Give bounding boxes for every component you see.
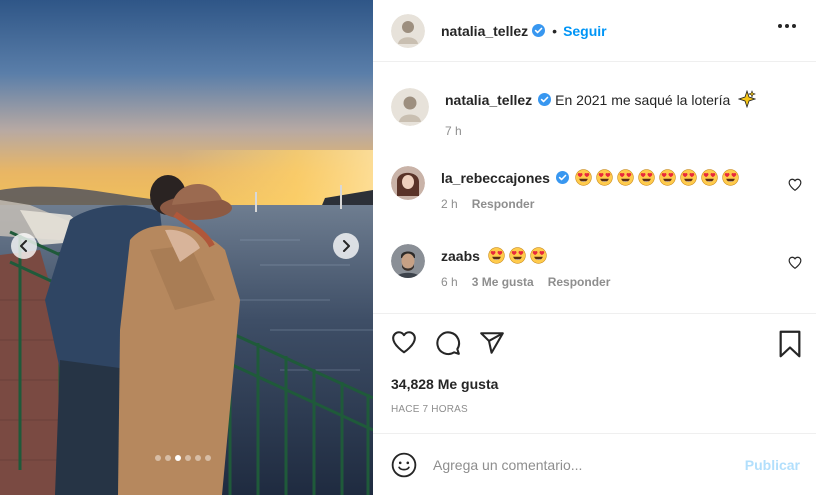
photo-scene bbox=[0, 0, 373, 495]
chevron-right-icon bbox=[343, 240, 350, 252]
comment-bubble-icon[interactable] bbox=[435, 330, 461, 356]
heart-eyes-emoji-icon bbox=[617, 169, 634, 186]
like-heart-icon[interactable] bbox=[391, 330, 417, 354]
reply-button[interactable]: Responder bbox=[472, 197, 535, 211]
carousel-dot bbox=[205, 455, 211, 461]
author-username[interactable]: natalia_tellez bbox=[441, 23, 528, 39]
commenter-avatar[interactable] bbox=[391, 244, 425, 278]
caption-username[interactable]: natalia_tellez bbox=[445, 92, 532, 108]
post-header: natalia_tellez • Seguir bbox=[373, 0, 816, 62]
like-comment-heart-icon[interactable] bbox=[788, 256, 802, 274]
comment-emoji-group bbox=[488, 247, 551, 264]
carousel-dot bbox=[155, 455, 161, 461]
post-details-panel: natalia_tellez • Seguir natalia_tellez E… bbox=[373, 0, 816, 495]
carousel-dot bbox=[185, 455, 191, 461]
heart-eyes-emoji-icon bbox=[575, 169, 592, 186]
comment-time: 6 h bbox=[441, 275, 458, 289]
carousel-dot bbox=[175, 455, 181, 461]
heart-eyes-emoji-icon bbox=[701, 169, 718, 186]
heart-eyes-emoji-icon bbox=[596, 169, 613, 186]
heart-eyes-emoji-icon bbox=[509, 247, 526, 264]
heart-eyes-emoji-icon bbox=[680, 169, 697, 186]
emoji-smiley-icon[interactable] bbox=[391, 452, 417, 478]
heart-eyes-emoji-icon bbox=[530, 247, 547, 264]
caption-time: 7 h bbox=[445, 124, 462, 138]
next-photo-button[interactable] bbox=[333, 233, 359, 259]
commenter-username[interactable]: zaabs bbox=[441, 248, 480, 264]
heart-eyes-emoji-icon bbox=[659, 169, 676, 186]
commenter-username[interactable]: la_rebeccajones bbox=[441, 170, 550, 186]
verified-badge-icon bbox=[555, 171, 569, 184]
comment-input[interactable] bbox=[433, 457, 723, 473]
heart-eyes-emoji-icon bbox=[638, 169, 655, 186]
publish-button[interactable]: Publicar bbox=[745, 457, 800, 473]
commenter-avatar[interactable] bbox=[391, 166, 425, 200]
verified-badge-icon bbox=[532, 24, 546, 37]
comment-item: zaabs 6 h 3 Me gusta Responder bbox=[391, 244, 798, 289]
post-photo[interactable] bbox=[0, 0, 373, 495]
more-options-icon[interactable] bbox=[778, 24, 796, 28]
like-comment-heart-icon[interactable] bbox=[788, 178, 802, 196]
post-actions: 34,828 Me gusta HACE 7 HORAS bbox=[373, 314, 816, 434]
share-send-icon[interactable] bbox=[479, 330, 505, 356]
instagram-post: natalia_tellez • Seguir natalia_tellez E… bbox=[0, 0, 816, 495]
verified-badge-icon bbox=[538, 93, 552, 106]
comment-emoji-group bbox=[575, 169, 743, 186]
header-separator: • bbox=[552, 22, 558, 39]
carousel-dot bbox=[165, 455, 171, 461]
caption-text: En 2021 me saqué la lotería bbox=[555, 92, 731, 108]
likes-count[interactable]: 34,828 Me gusta bbox=[391, 376, 498, 392]
save-bookmark-icon[interactable] bbox=[778, 330, 802, 363]
chevron-left-icon bbox=[20, 240, 27, 252]
heart-eyes-emoji-icon bbox=[722, 169, 739, 186]
author-avatar[interactable] bbox=[391, 13, 425, 48]
previous-photo-button[interactable] bbox=[11, 233, 37, 259]
comment-time: 2 h bbox=[441, 197, 458, 211]
caption-author-avatar[interactable] bbox=[391, 88, 429, 126]
comment-likes-button[interactable]: 3 Me gusta bbox=[472, 275, 534, 289]
post-timestamp: HACE 7 HORAS bbox=[391, 404, 468, 415]
reply-button[interactable]: Responder bbox=[548, 275, 611, 289]
add-comment-bar: Publicar bbox=[373, 435, 816, 495]
comments-section: natalia_tellez En 2021 me saqué la loter… bbox=[373, 62, 816, 314]
heart-eyes-emoji-icon bbox=[488, 247, 505, 264]
follow-button[interactable]: Seguir bbox=[563, 23, 607, 39]
carousel-dot bbox=[195, 455, 201, 461]
sparkles-icon bbox=[737, 89, 757, 109]
carousel-indicator bbox=[155, 455, 211, 461]
comment-item: la_rebeccajones 2 h Responder bbox=[391, 166, 798, 211]
caption: natalia_tellez En 2021 me saqué la loter… bbox=[391, 88, 760, 138]
